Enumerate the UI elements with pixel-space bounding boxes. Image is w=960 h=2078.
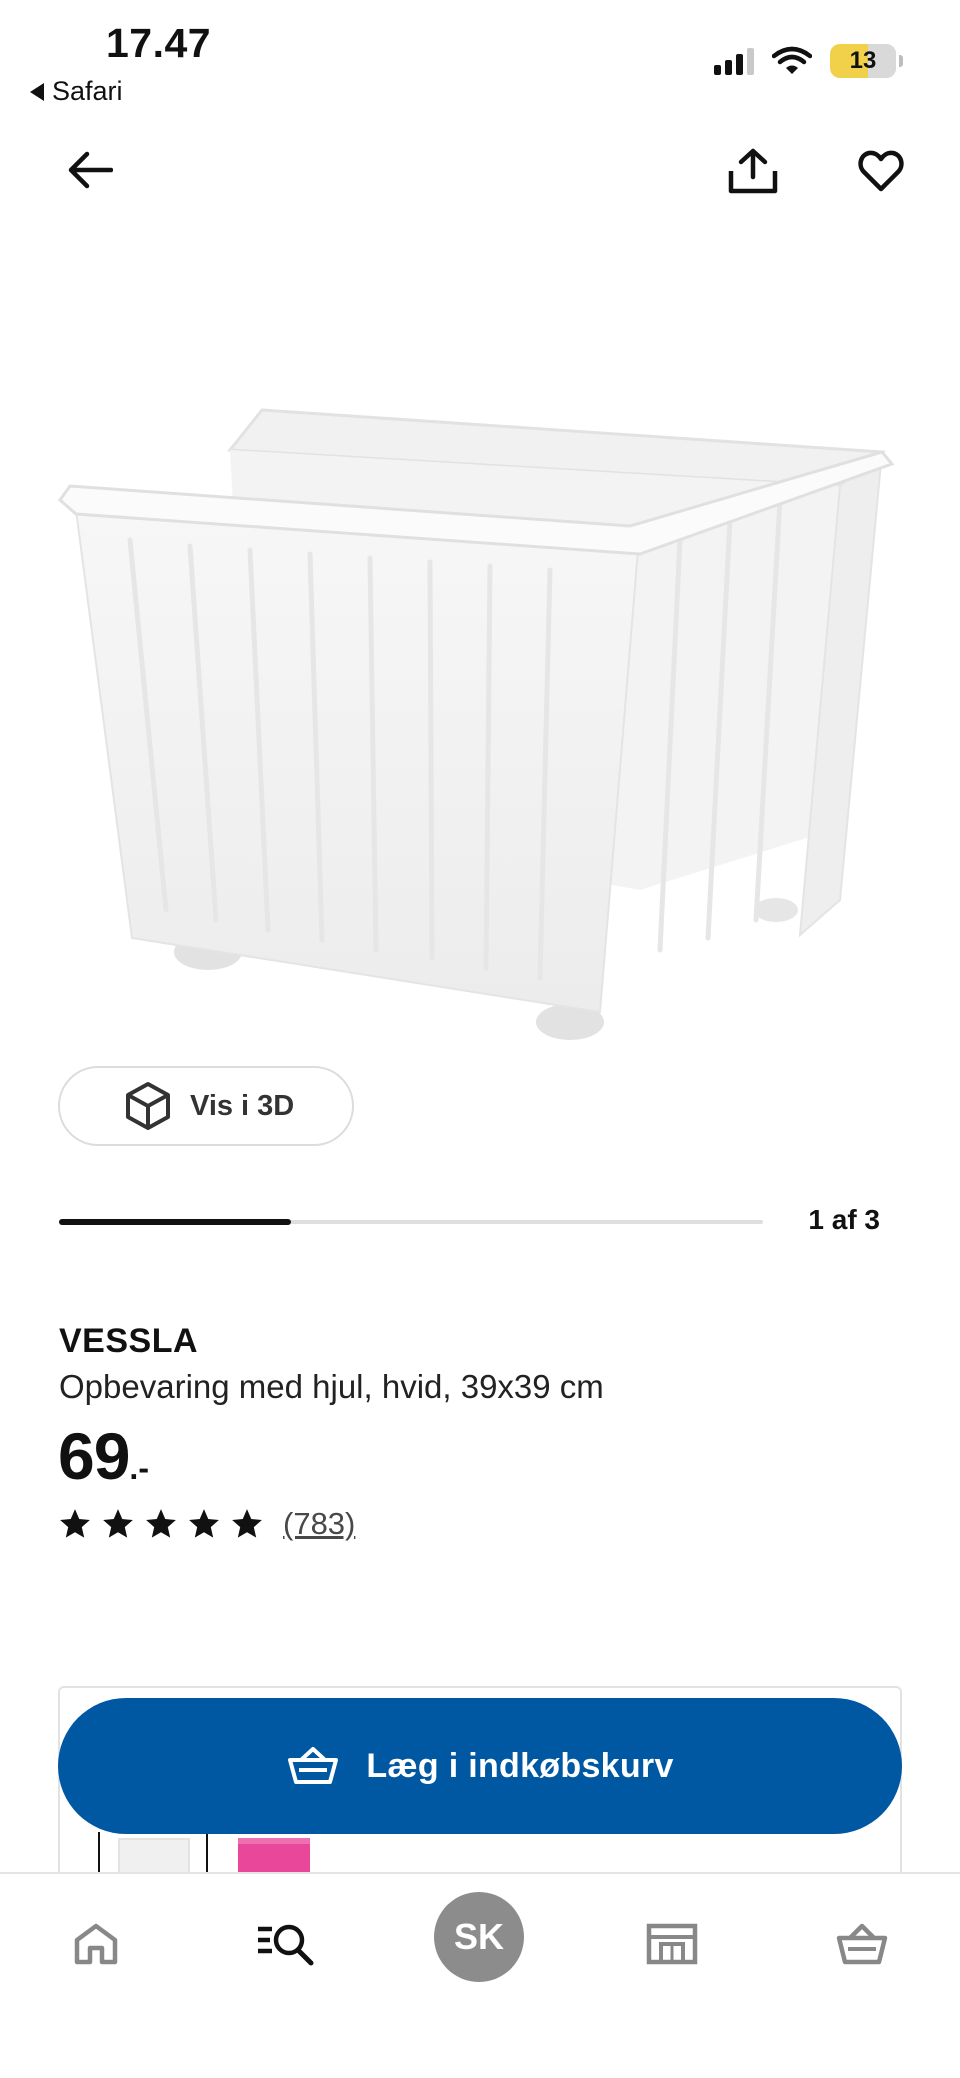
view-3d-label: Vis i 3D bbox=[190, 1089, 295, 1122]
star-icon bbox=[189, 1509, 219, 1538]
home-icon bbox=[74, 1923, 118, 1965]
bottom-tab-bar: SK bbox=[0, 1872, 960, 2078]
product-price: 69 .- bbox=[58, 1418, 149, 1494]
price-suffix: .- bbox=[129, 1450, 149, 1486]
star-icon bbox=[60, 1509, 90, 1538]
battery-level: 13 bbox=[849, 47, 877, 74]
tab-search[interactable] bbox=[246, 1904, 326, 1984]
product-name: VESSLA bbox=[59, 1322, 199, 1360]
image-pager-progress bbox=[59, 1219, 292, 1225]
basket-icon bbox=[288, 1747, 339, 1784]
tab-home[interactable] bbox=[56, 1904, 136, 1984]
arrow-left-icon bbox=[68, 151, 113, 189]
tab-cart[interactable] bbox=[822, 1904, 902, 1984]
cart-icon bbox=[836, 1923, 888, 1965]
signal-icon bbox=[714, 47, 754, 75]
review-count-link[interactable]: (783) bbox=[283, 1506, 355, 1542]
status-indicators: 13 bbox=[714, 44, 903, 78]
price-amount: 69 bbox=[58, 1419, 130, 1493]
share-icon bbox=[728, 148, 778, 194]
tab-profile-avatar[interactable]: SK bbox=[434, 1892, 524, 1982]
store-icon bbox=[646, 1923, 698, 1965]
add-to-cart-button[interactable]: Læg i indkøbskurv bbox=[58, 1698, 902, 1834]
back-button[interactable] bbox=[60, 140, 120, 200]
view-3d-button[interactable]: Vis i 3D bbox=[58, 1066, 354, 1146]
battery-icon: 13 bbox=[830, 44, 903, 78]
star-icon bbox=[103, 1509, 133, 1538]
image-pager-track[interactable] bbox=[59, 1219, 763, 1225]
product-description: Opbevaring med hjul, hvid, 39x39 cm bbox=[59, 1368, 604, 1405]
cube-icon bbox=[126, 1082, 170, 1130]
image-pager-count: 1 af 3 bbox=[808, 1204, 880, 1235]
tab-store[interactable] bbox=[632, 1904, 712, 1984]
add-to-cart-label: Læg i indkøbskurv bbox=[366, 1746, 674, 1785]
product-rating[interactable]: (783) bbox=[58, 1506, 355, 1542]
share-button[interactable] bbox=[722, 140, 784, 202]
back-app-label: Safari bbox=[52, 76, 123, 106]
star-icon bbox=[232, 1509, 262, 1538]
product-page: 17.47 Safari 13 Vis i 3D 1 af 3 VESSLA O… bbox=[0, 0, 960, 2078]
back-to-safari[interactable]: Safari bbox=[30, 76, 123, 107]
search-icon bbox=[258, 1924, 314, 1966]
heart-icon bbox=[858, 150, 904, 192]
favorite-button[interactable] bbox=[850, 140, 912, 202]
back-triangle-icon bbox=[30, 82, 44, 101]
star-icon bbox=[146, 1509, 176, 1538]
status-time: 17.47 bbox=[106, 20, 212, 66]
product-image[interactable] bbox=[40, 390, 920, 1050]
wifi-icon bbox=[772, 46, 812, 74]
